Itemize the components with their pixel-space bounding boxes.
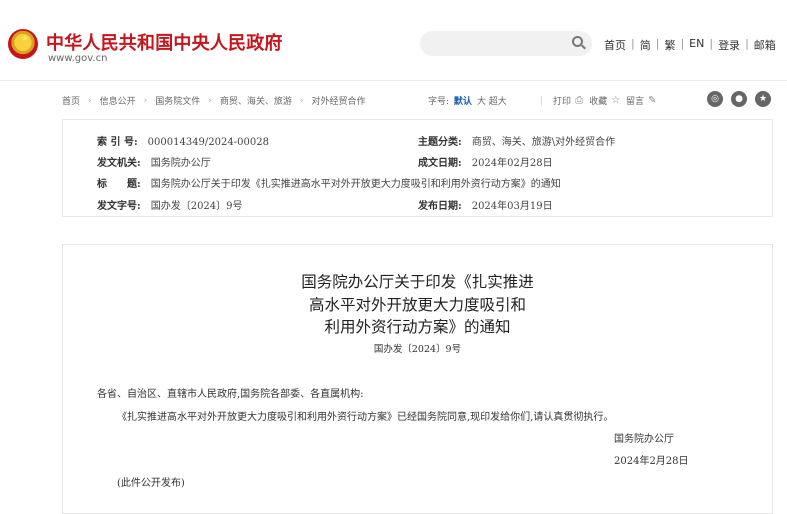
star-icon[interactable]: ☆ — [611, 95, 620, 106]
weibo-icon[interactable]: ◎ — [707, 91, 723, 107]
font-size-default[interactable]: 默认 — [454, 97, 472, 107]
nav-mail-link[interactable]: 邮箱 — [754, 37, 776, 53]
breadcrumb-info[interactable]: 信息公开 — [100, 94, 136, 107]
nav-english-link[interactable]: EN — [689, 37, 704, 53]
breadcrumb-foreign-trade[interactable]: 对外经贸合作 — [312, 94, 366, 107]
print-button[interactable]: 打印 — [553, 94, 571, 107]
header-divider — [0, 80, 787, 81]
site-title[interactable]: 中华人民共和国中央人民政府 — [46, 29, 283, 55]
nav-traditional-link[interactable]: 繁 — [664, 37, 675, 53]
meta-index: 索 引 号: 000014349/2024-00028 — [97, 137, 269, 148]
favorite-button[interactable]: 收藏 — [589, 94, 607, 107]
document-salutation: 各省、自治区、直辖市人民政府,国务院各部委、各直属机构: — [97, 389, 364, 400]
top-nav: 首页 | 简 | 繁 | EN | 登录 | 邮箱 — [604, 37, 776, 53]
printer-icon[interactable]: ⎙ — [575, 95, 583, 106]
share-icons: ◎ ● ★ — [707, 91, 779, 107]
nav-home-link[interactable]: 首页 — [604, 37, 626, 53]
article-tools: | 打印 ⎙ 收藏 ☆ 留言 ✎ — [540, 94, 657, 107]
font-size-label: 字号: — [428, 97, 450, 107]
document-date: 2024年2月28日 — [614, 456, 689, 467]
nav-login-link[interactable]: 登录 — [718, 37, 740, 53]
font-size-large[interactable]: 大 — [477, 97, 486, 107]
wechat-icon[interactable]: ● — [731, 91, 747, 107]
meta-publish-date: 发布日期: 2024年03月19日 — [418, 201, 553, 212]
document-body-text: 《扎实推进高水平对外开放更大力度吸引和利用外资行动方案》已经国务院同意,现印发给… — [117, 412, 614, 423]
document-number: 国办发〔2024〕9号 — [373, 344, 462, 355]
search-icon[interactable] — [572, 36, 583, 47]
pencil-icon[interactable]: ✎ — [648, 95, 656, 106]
site-header: ★ 中华人民共和国中央人民政府 www.gov.cn 首页 | 简 | 繁 | EN |… — [0, 0, 787, 80]
breadcrumb: 首页 › 信息公开 › 国务院文件 › 商贸、海关、旅游 › 对外经贸合作 — [62, 94, 366, 108]
national-emblem-icon[interactable]: ★ — [8, 29, 38, 59]
breadcrumb-commerce[interactable]: 商贸、海关、旅游 — [220, 94, 292, 107]
meta-issuer: 发文机关: 国务院办公厅 — [97, 158, 211, 169]
chevron-right-icon: › — [143, 95, 148, 106]
chevron-right-icon: › — [208, 95, 212, 106]
breadcrumb-home[interactable]: 首页 — [62, 94, 80, 107]
search-input[interactable] — [420, 31, 592, 56]
document-signer: 国务院办公厅 — [614, 434, 674, 445]
site-url[interactable]: www.gov.cn — [48, 53, 107, 64]
font-size-xlarge[interactable]: 超大 — [489, 97, 507, 107]
document-title: 国务院办公厅关于印发《扎实推进 高水平对外开放更大力度吸引和 利用外资行动方案》… — [301, 273, 534, 336]
meta-date-written: 成文日期: 2024年02月28日 — [418, 158, 553, 169]
meta-doc-number: 发文字号: 国办发〔2024〕9号 — [97, 201, 243, 212]
font-size-control: 字号: 默认 大 超大 — [428, 94, 507, 107]
chevron-right-icon: › — [88, 95, 92, 106]
chevron-right-icon: › — [299, 95, 304, 106]
comment-button[interactable]: 留言 — [626, 94, 644, 107]
document-publication-note: (此件公开发布) — [117, 478, 185, 489]
meta-title: 标 题: 国务院办公厅关于印发《扎实推进高水平对外开放更大力度吸引和利用外资行动方… — [97, 179, 561, 190]
breadcrumb-state-council-docs[interactable]: 国务院文件 — [155, 94, 200, 107]
favorite-star-icon[interactable]: ★ — [755, 91, 771, 107]
meta-category: 主题分类: 商贸、海关、旅游\对外经贸合作 — [418, 137, 616, 148]
nav-simplified-link[interactable]: 简 — [640, 37, 651, 53]
